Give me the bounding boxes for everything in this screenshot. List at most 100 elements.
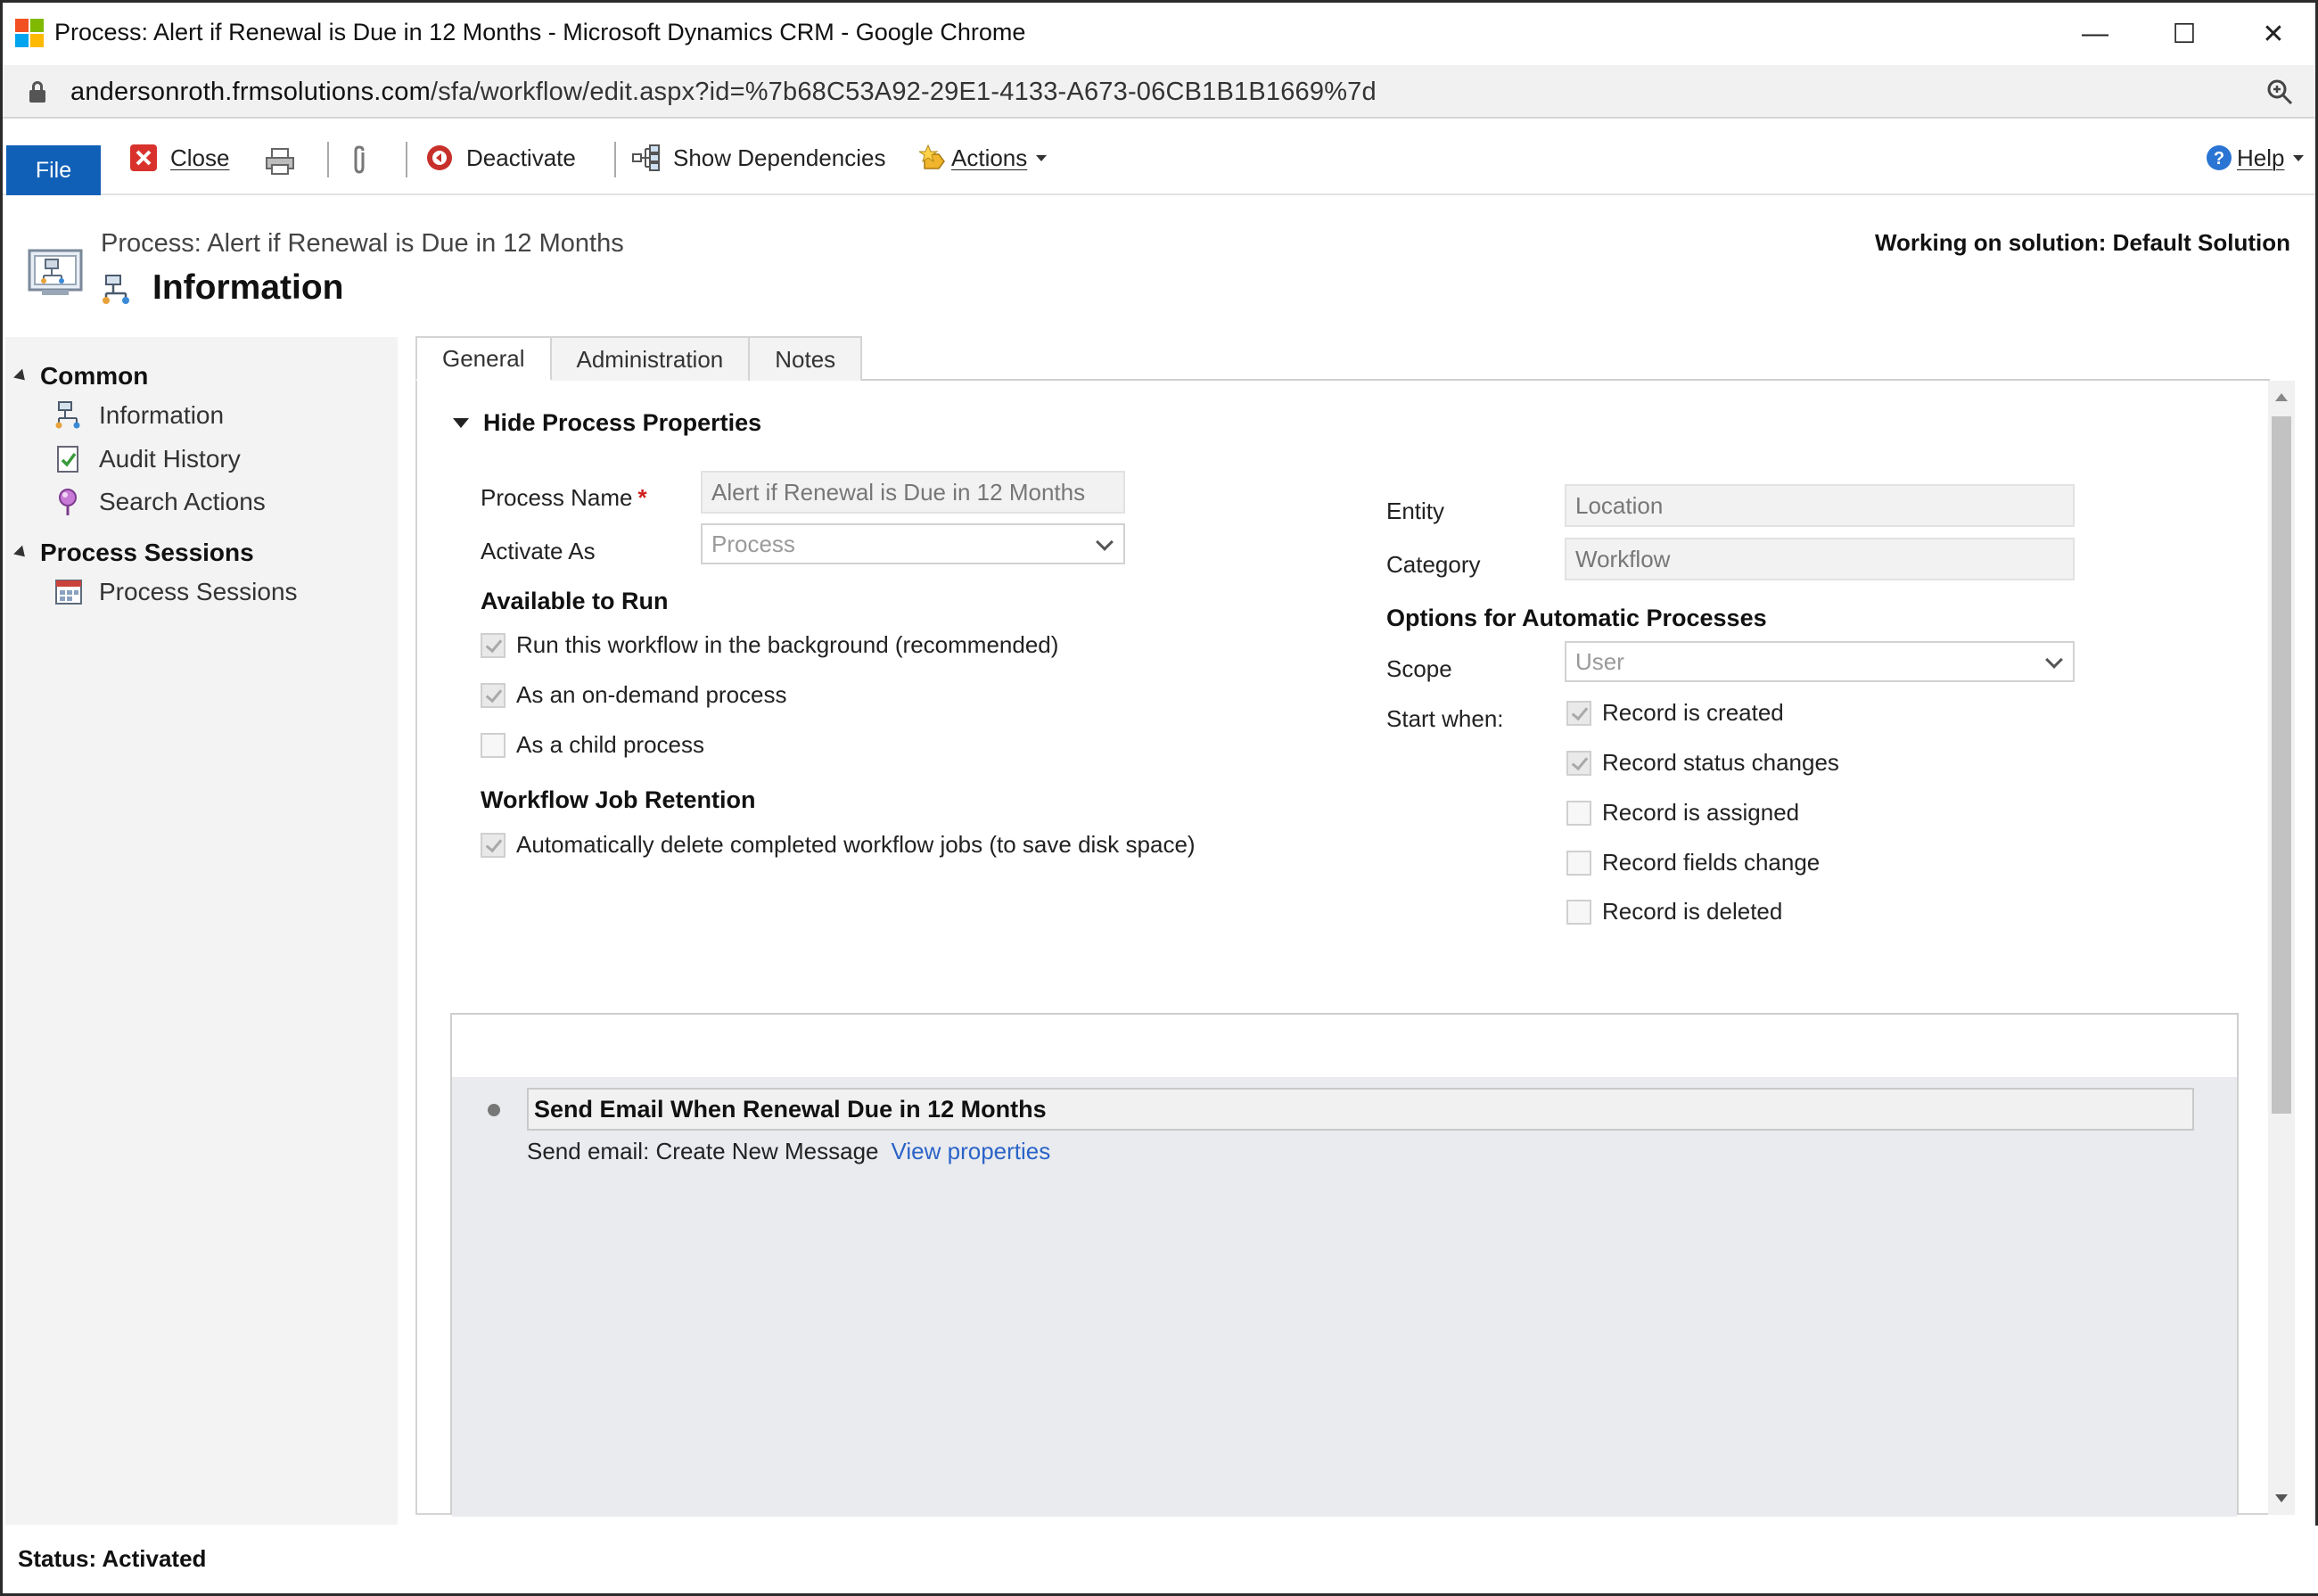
url-host: andersonroth.frmsolutions.com (70, 78, 431, 106)
process-name-field[interactable]: Alert if Renewal is Due in 12 Months (701, 471, 1125, 514)
tab-general[interactable]: General (415, 336, 552, 381)
activate-as-select[interactable]: Process (701, 523, 1125, 564)
command-bar: File Close Deactivate Show Dependencies … (3, 120, 2315, 195)
nav-item-audit-history[interactable]: Audit History (54, 444, 241, 474)
help-menu[interactable]: ? Help (2205, 140, 2305, 176)
record-assigned-checkbox[interactable]: Record is assigned (1566, 799, 1799, 827)
record-fields-change-checkbox[interactable]: Record fields change (1566, 849, 1820, 876)
deactivate-icon (427, 145, 452, 170)
checkbox-label: As an on-demand process (516, 681, 787, 708)
auto-delete-jobs-checkbox[interactable]: Automatically delete completed workflow … (481, 831, 1196, 859)
child-process-checkbox[interactable]: As a child process (481, 731, 704, 759)
actions-menu[interactable]: Actions (919, 140, 1048, 176)
actions-label: Actions (951, 144, 1028, 171)
url-text[interactable]: andersonroth.frmsolutions.com/sfa/workfl… (70, 78, 1377, 107)
scope-label: Scope (1386, 655, 1452, 682)
start-when-label: Start when: (1386, 705, 1504, 732)
maximize-button[interactable]: ☐ (2153, 10, 2215, 58)
nav-item-search-actions[interactable]: Search Actions (54, 487, 266, 517)
nav-group-process-sessions[interactable]: Process Sessions (13, 539, 254, 567)
nav-item-label: Information (99, 401, 225, 429)
chevron-down-icon (1036, 154, 1048, 161)
checkbox-unchecked (1566, 899, 1591, 925)
section-label: Hide Process Properties (483, 409, 762, 436)
entity-label: Entity (1386, 498, 1445, 524)
lock-icon[interactable] (29, 81, 45, 103)
process-icon (103, 275, 129, 304)
chevron-down-icon (2045, 651, 2063, 669)
page-title: Information (152, 268, 344, 307)
scroll-down-arrow-icon[interactable] (2275, 1494, 2288, 1502)
record-created-checkbox[interactable]: Record is created (1566, 699, 1784, 727)
checkbox-label: Record status changes (1602, 749, 1839, 776)
process-name-label-text: Process Name (481, 484, 633, 511)
browser-window: Process: Alert if Renewal is Due in 12 M… (0, 0, 2318, 1596)
run-in-background-checkbox[interactable]: Run this workflow in the background (rec… (481, 631, 1058, 659)
step-bullet-icon (488, 1104, 500, 1116)
checkbox-unchecked (1566, 800, 1591, 826)
step-list: Send Email When Renewal Due in 12 Months… (452, 1077, 2237, 1517)
category-field: Workflow (1565, 538, 2075, 580)
checkbox-label: Run this workflow in the background (rec… (516, 631, 1059, 658)
required-indicator: * (637, 484, 647, 511)
file-button[interactable]: File (6, 145, 101, 195)
chevron-down-icon (2293, 154, 2305, 161)
toolbar-separator (406, 142, 407, 177)
checkbox-checked (481, 632, 506, 658)
process-icon (55, 401, 80, 429)
automatic-processes-heading: Options for Automatic Processes (1386, 605, 1767, 631)
scope-select[interactable]: User (1565, 641, 2075, 682)
checkbox-checked (1566, 700, 1591, 726)
search-actions-icon (59, 489, 77, 515)
deactivate-button[interactable]: Deactivate (425, 140, 576, 176)
close-window-button[interactable]: ✕ (2242, 10, 2305, 58)
zoom-icon[interactable] (2265, 78, 2294, 106)
title-bar: Process: Alert if Renewal is Due in 12 M… (3, 3, 2315, 65)
checkbox-label: Automatically delete completed workflow … (516, 831, 1196, 858)
step-description: Send email: Create New Message View prope… (527, 1138, 1050, 1165)
vertical-scrollbar[interactable] (2268, 381, 2295, 1515)
checkbox-label: Record is created (1602, 699, 1784, 726)
on-demand-checkbox[interactable]: As an on-demand process (481, 681, 787, 709)
show-dependencies-label: Show Dependencies (673, 144, 886, 171)
scope-value: User (1575, 647, 1624, 675)
step-title-field[interactable]: Send Email When Renewal Due in 12 Months (527, 1088, 2194, 1131)
checkbox-label: As a child process (516, 731, 704, 758)
checkbox-unchecked (481, 732, 506, 758)
show-dependencies-button[interactable]: Show Dependencies (632, 140, 886, 176)
nav-item-label: Audit History (99, 445, 241, 473)
activate-as-label: Activate As (481, 538, 596, 564)
view-properties-link[interactable]: View properties (892, 1138, 1051, 1164)
checkbox-checked (481, 832, 506, 858)
chevron-down-icon (1096, 533, 1114, 551)
checkbox-label: Record fields change (1602, 849, 1821, 876)
scroll-up-arrow-icon[interactable] (2275, 393, 2288, 401)
record-deleted-checkbox[interactable]: Record is deleted (1566, 898, 1782, 926)
step-action-text: Send email: Create New Message (527, 1138, 879, 1164)
address-bar[interactable]: andersonroth.frmsolutions.com/sfa/workfl… (3, 65, 2315, 119)
hide-process-properties-toggle[interactable]: Hide Process Properties (453, 409, 761, 437)
available-to-run-heading: Available to Run (481, 588, 669, 614)
nav-item-label: Process Sessions (99, 578, 298, 605)
nav-group-label: Common (40, 362, 149, 390)
help-label: Help (2237, 144, 2285, 171)
minimize-button[interactable]: — (2064, 10, 2126, 58)
close-button[interactable]: Close (129, 140, 229, 176)
nav-item-information[interactable]: Information (54, 400, 224, 431)
attach-icon[interactable] (350, 145, 368, 176)
status-bar: Status: Activated (5, 1526, 2318, 1593)
nav-group-common[interactable]: Common (13, 362, 149, 391)
record-status-changes-checkbox[interactable]: Record status changes (1566, 749, 1839, 777)
process-name-label: Process Name * (481, 484, 647, 512)
scrollbar-thumb[interactable] (2272, 416, 2291, 1114)
print-icon[interactable] (265, 147, 295, 176)
tab-administration[interactable]: Administration (549, 336, 751, 381)
page-subtitle: Process: Alert if Renewal is Due in 12 M… (101, 229, 624, 258)
process-entity-icon (28, 249, 83, 295)
tab-notes[interactable]: Notes (748, 336, 863, 381)
nav-item-process-sessions[interactable]: Process Sessions (54, 577, 298, 607)
toolbar-separator (614, 142, 616, 177)
checkbox-checked (481, 682, 506, 708)
nav-item-label: Search Actions (99, 488, 266, 515)
category-label: Category (1386, 551, 1481, 578)
